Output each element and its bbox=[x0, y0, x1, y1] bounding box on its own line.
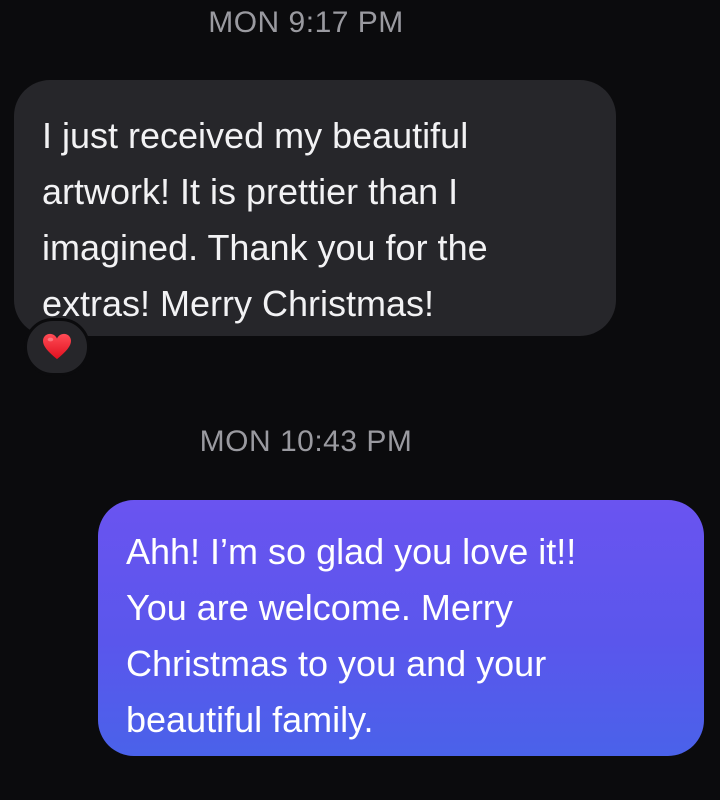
message-thread: MON 9:17 PM I just received my beautiful… bbox=[0, 0, 720, 800]
message-timestamp: MON 10:43 PM bbox=[199, 425, 413, 458]
message-timestamp: MON 9:17 PM bbox=[208, 6, 404, 39]
reaction-badge[interactable] bbox=[24, 318, 90, 376]
incoming-message-bubble[interactable]: I just received my beautiful artwork! It… bbox=[14, 80, 616, 336]
message-text: I just received my beautiful artwork! It… bbox=[42, 115, 488, 324]
outgoing-message-bubble[interactable]: Ahh! I’m so glad you love it!! You are w… bbox=[98, 500, 704, 756]
heart-icon bbox=[43, 333, 71, 360]
message-text: Ahh! I’m so glad you love it!! You are w… bbox=[126, 531, 577, 740]
